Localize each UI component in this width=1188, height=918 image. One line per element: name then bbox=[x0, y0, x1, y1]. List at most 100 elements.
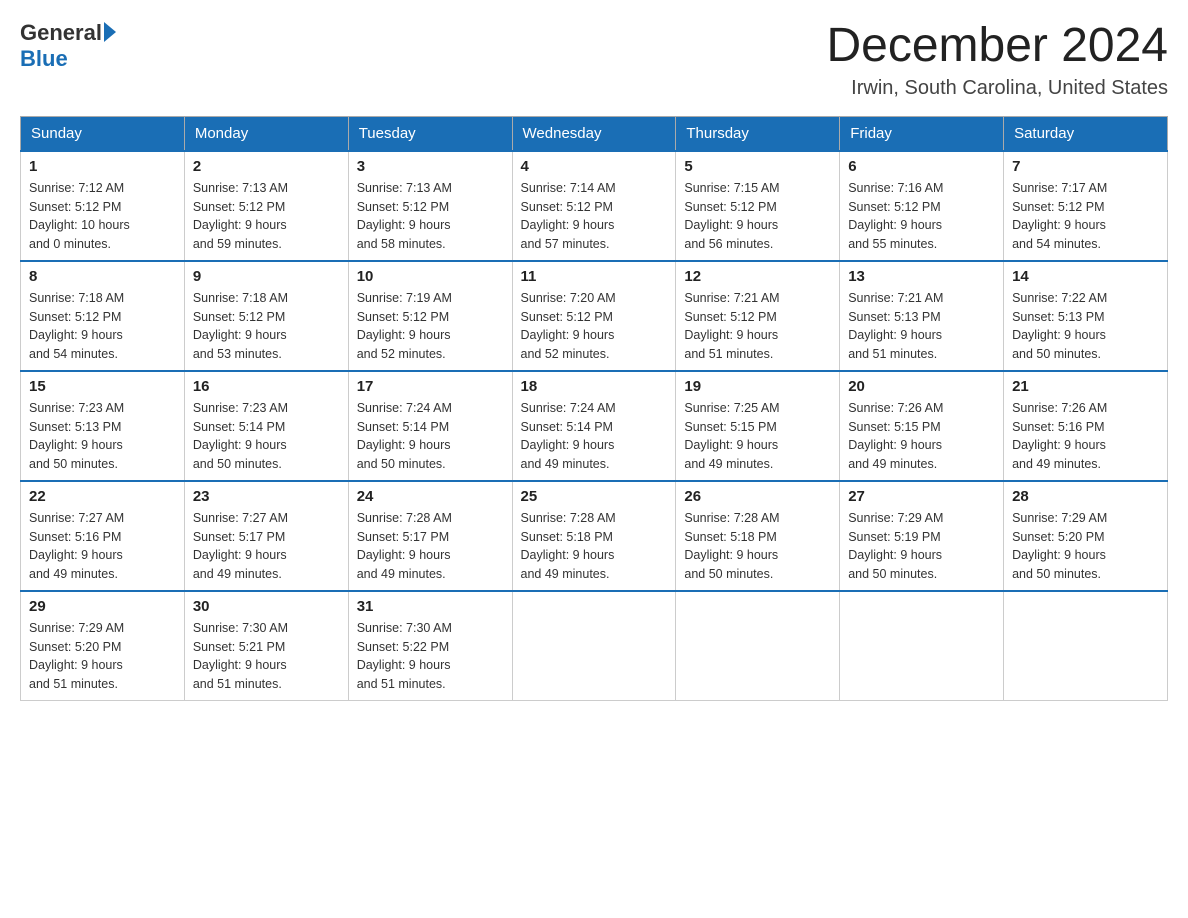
day-info: Sunrise: 7:29 AMSunset: 5:19 PMDaylight:… bbox=[848, 509, 995, 584]
calendar-day-cell: 11Sunrise: 7:20 AMSunset: 5:12 PMDayligh… bbox=[512, 261, 676, 371]
day-info: Sunrise: 7:23 AMSunset: 5:14 PMDaylight:… bbox=[193, 399, 340, 474]
day-number: 22 bbox=[29, 488, 176, 505]
calendar-day-cell: 6Sunrise: 7:16 AMSunset: 5:12 PMDaylight… bbox=[840, 151, 1004, 261]
logo-blue-text: Blue bbox=[20, 46, 68, 72]
calendar-day-cell: 12 Sunrise: 7:21 AMSunset: 5:12 PMDayligh… bbox=[676, 261, 840, 371]
month-title: December 2024 bbox=[826, 20, 1168, 73]
day-info: Sunrise: 7:25 AMSunset: 5:15 PMDaylight:… bbox=[684, 399, 831, 474]
calendar-day-cell: 29Sunrise: 7:29 AMSunset: 5:20 PMDayligh… bbox=[21, 591, 185, 701]
calendar-day-cell: 21Sunrise: 7:26 AMSunset: 5:16 PMDayligh… bbox=[1004, 371, 1168, 481]
calendar-table: SundayMondayTuesdayWednesdayThursdayFrid… bbox=[20, 116, 1168, 701]
day-info: Sunrise: 7:23 AMSunset: 5:13 PMDaylight:… bbox=[29, 399, 176, 474]
calendar-day-cell: 30 Sunrise: 7:30 AMSunset: 5:21 PMDayligh… bbox=[184, 591, 348, 701]
day-info: Sunrise: 7:28 AMSunset: 5:18 PMDaylight:… bbox=[684, 509, 831, 584]
day-number: 26 bbox=[684, 488, 831, 505]
calendar-week-row: 29Sunrise: 7:29 AMSunset: 5:20 PMDayligh… bbox=[21, 591, 1168, 701]
calendar-day-cell: 16 Sunrise: 7:23 AMSunset: 5:14 PMDayligh… bbox=[184, 371, 348, 481]
calendar-day-cell: 19 Sunrise: 7:25 AMSunset: 5:15 PMDayligh… bbox=[676, 371, 840, 481]
location-title: Irwin, South Carolina, United States bbox=[826, 77, 1168, 100]
calendar-day-cell: 7 Sunrise: 7:17 AMSunset: 5:12 PMDaylight… bbox=[1004, 151, 1168, 261]
calendar-day-cell: 3 Sunrise: 7:13 AMSunset: 5:12 PMDaylight… bbox=[348, 151, 512, 261]
day-info: Sunrise: 7:27 AMSunset: 5:16 PMDaylight:… bbox=[29, 509, 176, 584]
day-info: Sunrise: 7:18 AMSunset: 5:12 PMDaylight:… bbox=[193, 289, 340, 364]
day-info: Sunrise: 7:24 AMSunset: 5:14 PMDaylight:… bbox=[357, 399, 504, 474]
calendar-day-cell: 28 Sunrise: 7:29 AMSunset: 5:20 PMDayligh… bbox=[1004, 481, 1168, 591]
calendar-day-cell: 17 Sunrise: 7:24 AMSunset: 5:14 PMDayligh… bbox=[348, 371, 512, 481]
calendar-week-row: 1 Sunrise: 7:12 AMSunset: 5:12 PMDaylight… bbox=[21, 151, 1168, 261]
day-info: Sunrise: 7:30 AMSunset: 5:21 PMDaylight:… bbox=[193, 619, 340, 694]
calendar-day-cell: 18 Sunrise: 7:24 AMSunset: 5:14 PMDayligh… bbox=[512, 371, 676, 481]
calendar-day-cell: 13Sunrise: 7:21 AMSunset: 5:13 PMDayligh… bbox=[840, 261, 1004, 371]
day-info: Sunrise: 7:18 AMSunset: 5:12 PMDaylight:… bbox=[29, 289, 176, 364]
day-number: 27 bbox=[848, 488, 995, 505]
day-number: 19 bbox=[684, 378, 831, 395]
day-number: 31 bbox=[357, 598, 504, 615]
day-of-week-header: Tuesday bbox=[348, 116, 512, 151]
day-of-week-header: Thursday bbox=[676, 116, 840, 151]
day-info: Sunrise: 7:19 AMSunset: 5:12 PMDaylight:… bbox=[357, 289, 504, 364]
calendar-header-row: SundayMondayTuesdayWednesdayThursdayFrid… bbox=[21, 116, 1168, 151]
day-info: Sunrise: 7:21 AMSunset: 5:12 PMDaylight:… bbox=[684, 289, 831, 364]
calendar-day-cell: 8Sunrise: 7:18 AMSunset: 5:12 PMDaylight… bbox=[21, 261, 185, 371]
day-info: Sunrise: 7:29 AMSunset: 5:20 PMDaylight:… bbox=[29, 619, 176, 694]
calendar-day-cell: 14 Sunrise: 7:22 AMSunset: 5:13 PMDayligh… bbox=[1004, 261, 1168, 371]
day-number: 13 bbox=[848, 268, 995, 285]
day-info: Sunrise: 7:26 AMSunset: 5:16 PMDaylight:… bbox=[1012, 399, 1159, 474]
day-info: Sunrise: 7:15 AMSunset: 5:12 PMDaylight:… bbox=[684, 179, 831, 254]
day-info: Sunrise: 7:24 AMSunset: 5:14 PMDaylight:… bbox=[521, 399, 668, 474]
day-info: Sunrise: 7:13 AMSunset: 5:12 PMDaylight:… bbox=[357, 179, 504, 254]
day-number: 1 bbox=[29, 158, 176, 175]
day-number: 12 bbox=[684, 268, 831, 285]
calendar-day-cell: 20Sunrise: 7:26 AMSunset: 5:15 PMDayligh… bbox=[840, 371, 1004, 481]
calendar-day-cell: 27 Sunrise: 7:29 AMSunset: 5:19 PMDayligh… bbox=[840, 481, 1004, 591]
day-number: 25 bbox=[521, 488, 668, 505]
day-info: Sunrise: 7:28 AMSunset: 5:18 PMDaylight:… bbox=[521, 509, 668, 584]
calendar-day-cell: 5 Sunrise: 7:15 AMSunset: 5:12 PMDaylight… bbox=[676, 151, 840, 261]
logo-arrow-icon bbox=[104, 22, 116, 42]
calendar-day-cell: 24 Sunrise: 7:28 AMSunset: 5:17 PMDayligh… bbox=[348, 481, 512, 591]
day-number: 2 bbox=[193, 158, 340, 175]
day-number: 9 bbox=[193, 268, 340, 285]
day-info: Sunrise: 7:22 AMSunset: 5:13 PMDaylight:… bbox=[1012, 289, 1159, 364]
day-info: Sunrise: 7:29 AMSunset: 5:20 PMDaylight:… bbox=[1012, 509, 1159, 584]
day-number: 4 bbox=[521, 158, 668, 175]
calendar-day-cell: 25 Sunrise: 7:28 AMSunset: 5:18 PMDayligh… bbox=[512, 481, 676, 591]
day-number: 30 bbox=[193, 598, 340, 615]
calendar-day-cell: 10 Sunrise: 7:19 AMSunset: 5:12 PMDayligh… bbox=[348, 261, 512, 371]
day-info: Sunrise: 7:28 AMSunset: 5:17 PMDaylight:… bbox=[357, 509, 504, 584]
day-info: Sunrise: 7:27 AMSunset: 5:17 PMDaylight:… bbox=[193, 509, 340, 584]
day-info: Sunrise: 7:12 AMSunset: 5:12 PMDaylight:… bbox=[29, 179, 176, 254]
day-number: 3 bbox=[357, 158, 504, 175]
day-number: 14 bbox=[1012, 268, 1159, 285]
calendar-day-cell: 15 Sunrise: 7:23 AMSunset: 5:13 PMDayligh… bbox=[21, 371, 185, 481]
day-info: Sunrise: 7:14 AMSunset: 5:12 PMDaylight:… bbox=[521, 179, 668, 254]
calendar-day-cell: 1 Sunrise: 7:12 AMSunset: 5:12 PMDaylight… bbox=[21, 151, 185, 261]
day-number: 15 bbox=[29, 378, 176, 395]
calendar-day-cell: 4 Sunrise: 7:14 AMSunset: 5:12 PMDaylight… bbox=[512, 151, 676, 261]
day-of-week-header: Friday bbox=[840, 116, 1004, 151]
day-number: 16 bbox=[193, 378, 340, 395]
calendar-day-cell: 2Sunrise: 7:13 AMSunset: 5:12 PMDaylight… bbox=[184, 151, 348, 261]
day-number: 17 bbox=[357, 378, 504, 395]
day-of-week-header: Sunday bbox=[21, 116, 185, 151]
day-of-week-header: Saturday bbox=[1004, 116, 1168, 151]
day-number: 28 bbox=[1012, 488, 1159, 505]
title-block: December 2024 Irwin, South Carolina, Uni… bbox=[826, 20, 1168, 100]
day-info: Sunrise: 7:17 AMSunset: 5:12 PMDaylight:… bbox=[1012, 179, 1159, 254]
day-number: 20 bbox=[848, 378, 995, 395]
day-number: 5 bbox=[684, 158, 831, 175]
logo: General Blue bbox=[20, 20, 116, 72]
day-number: 18 bbox=[521, 378, 668, 395]
day-info: Sunrise: 7:20 AMSunset: 5:12 PMDaylight:… bbox=[521, 289, 668, 364]
day-of-week-header: Monday bbox=[184, 116, 348, 151]
day-number: 24 bbox=[357, 488, 504, 505]
day-number: 7 bbox=[1012, 158, 1159, 175]
day-info: Sunrise: 7:30 AMSunset: 5:22 PMDaylight:… bbox=[357, 619, 504, 694]
calendar-week-row: 22 Sunrise: 7:27 AMSunset: 5:16 PMDayligh… bbox=[21, 481, 1168, 591]
calendar-day-cell: 9 Sunrise: 7:18 AMSunset: 5:12 PMDaylight… bbox=[184, 261, 348, 371]
calendar-day-cell: 23Sunrise: 7:27 AMSunset: 5:17 PMDayligh… bbox=[184, 481, 348, 591]
calendar-week-row: 8Sunrise: 7:18 AMSunset: 5:12 PMDaylight… bbox=[21, 261, 1168, 371]
calendar-day-cell: 31 Sunrise: 7:30 AMSunset: 5:22 PMDayligh… bbox=[348, 591, 512, 701]
calendar-day-cell: 26 Sunrise: 7:28 AMSunset: 5:18 PMDayligh… bbox=[676, 481, 840, 591]
day-number: 10 bbox=[357, 268, 504, 285]
